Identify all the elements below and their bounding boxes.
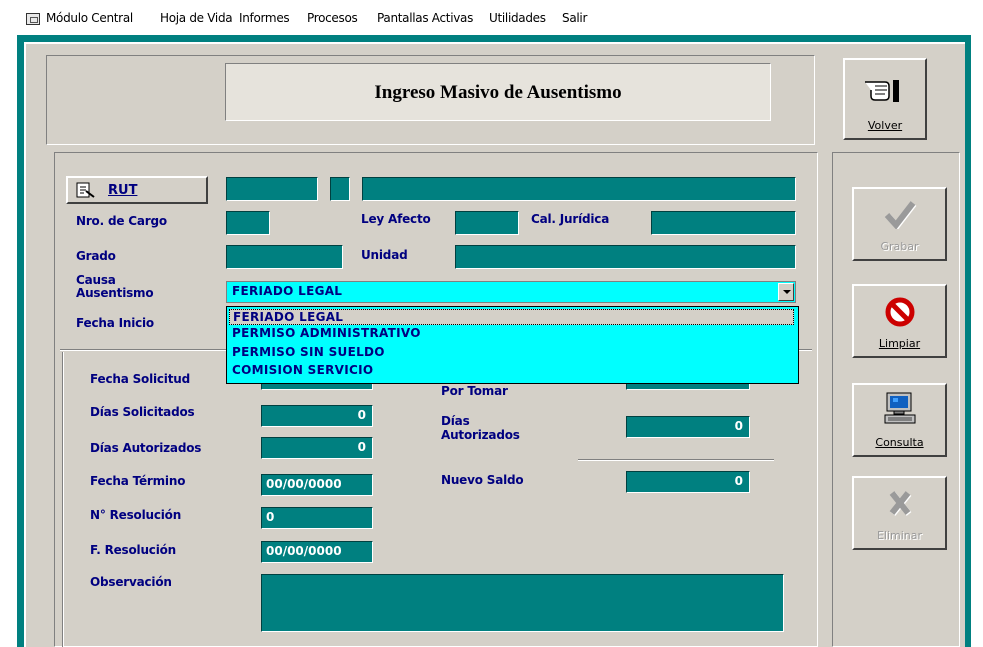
fecha-inicio-label: Fecha Inicio (76, 316, 154, 330)
consulta-button[interactable]: Consulta (852, 383, 947, 457)
cal-juridica-label: Cal. Jurídica (531, 212, 610, 226)
causa-label-line2: Ausentismo (76, 286, 154, 300)
menu-bar: Módulo Central Hoja de Vida Informes Pro… (0, 0, 983, 34)
limpiar-button[interactable]: Limpiar (852, 284, 947, 358)
por-tomar-label: Por Tomar (441, 384, 508, 398)
fecha-termino-field[interactable]: 00/00/0000 (261, 474, 373, 496)
causa-option-permiso-administrativo[interactable]: PERMISO ADMINISTRATIVO (229, 326, 794, 342)
menu-hoja-de-vida[interactable]: Hoja de Vida (160, 11, 233, 25)
causa-option-comision-servicio[interactable]: COMISION SERVICIO (229, 363, 794, 379)
computer-icon (884, 392, 915, 424)
dias-solicitados-field[interactable]: 0 (261, 405, 373, 427)
causa-dropdown-list: FERIADO LEGAL PERMISO ADMINISTRATIVO PER… (226, 306, 799, 384)
nuevo-saldo-label: Nuevo Saldo (441, 473, 524, 487)
menu-utilidades[interactable]: Utilidades (489, 11, 546, 25)
grado-label: Grado (76, 249, 116, 263)
fecha-termino-label: Fecha Término (90, 474, 186, 488)
eliminar-label: Eliminar (876, 529, 923, 542)
dias-autorizados-right-field[interactable]: 0 (626, 416, 750, 438)
fecha-solicitud-label: Fecha Solicitud (90, 372, 190, 386)
pointing-hand-icon (865, 80, 899, 102)
observacion-textarea[interactable] (261, 574, 784, 632)
nuevo-saldo-field[interactable]: 0 (626, 471, 750, 493)
menu-modulo-central[interactable]: Módulo Central (46, 11, 133, 25)
saldo-divider (578, 459, 774, 461)
rut-button[interactable]: RUT (66, 176, 208, 204)
observacion-label: Observación (90, 575, 172, 589)
dias-aut-right-label-line2: Autorizados (441, 428, 520, 442)
search-person-icon (76, 182, 95, 198)
dias-aut-right-label-line1: Días (441, 414, 470, 428)
lower-panel-edge (62, 352, 64, 647)
nro-resolucion-label: N° Resolución (90, 508, 182, 522)
limpiar-label: Limpiar (878, 337, 921, 350)
dias-autorizados-field[interactable]: 0 (261, 437, 373, 459)
title-panel: Ingreso Masivo de Ausentismo (225, 63, 771, 121)
page-title: Ingreso Masivo de Ausentismo (374, 82, 622, 103)
menu-salir[interactable]: Salir (562, 11, 587, 25)
delete-x-icon (889, 491, 911, 516)
menu-informes[interactable]: Informes (239, 11, 290, 25)
ley-afecto-label: Ley Afecto (361, 212, 431, 226)
grabar-label: Grabar (880, 240, 919, 253)
rut-label: RUT (108, 183, 138, 198)
checkmark-icon (884, 201, 916, 229)
grabar-button[interactable]: Grabar (852, 187, 947, 261)
consulta-label: Consulta (875, 436, 924, 449)
unidad-label: Unidad (361, 248, 408, 262)
causa-option-permiso-sin-sueldo[interactable]: PERMISO SIN SUELDO (229, 345, 794, 361)
dias-solicitados-label: Días Solicitados (90, 405, 195, 419)
nombre-field[interactable] (362, 177, 796, 201)
cal-juridica-field[interactable] (651, 211, 796, 235)
volver-button[interactable]: Volver (843, 58, 927, 140)
volver-label: Volver (867, 119, 903, 132)
no-entry-icon (885, 297, 914, 327)
f-resolucion-label: F. Resolución (90, 543, 177, 557)
rut-dv-field[interactable] (330, 177, 350, 201)
chevron-down-icon[interactable] (778, 283, 794, 301)
menu-pantallas-activas[interactable]: Pantallas Activas (377, 11, 473, 25)
grado-field[interactable] (226, 245, 343, 269)
nro-resolucion-field[interactable]: 0 (261, 507, 373, 529)
nro-cargo-label: Nro. de Cargo (76, 214, 167, 228)
f-resolucion-field[interactable]: 00/00/0000 (261, 541, 373, 563)
causa-ausentismo-select[interactable]: FERIADO LEGAL (226, 281, 796, 303)
causa-selected-value: FERIADO LEGAL (232, 284, 343, 298)
dias-autorizados-label: Días Autorizados (90, 441, 202, 455)
app-system-icon[interactable] (26, 13, 40, 25)
causa-option-feriado-legal[interactable]: FERIADO LEGAL (229, 309, 794, 325)
rut-number-field[interactable] (226, 177, 318, 201)
unidad-field[interactable] (455, 245, 796, 269)
menu-procesos[interactable]: Procesos (307, 11, 358, 25)
eliminar-button[interactable]: Eliminar (852, 476, 947, 550)
ley-afecto-field[interactable] (455, 211, 519, 235)
nro-cargo-field[interactable] (226, 211, 270, 235)
